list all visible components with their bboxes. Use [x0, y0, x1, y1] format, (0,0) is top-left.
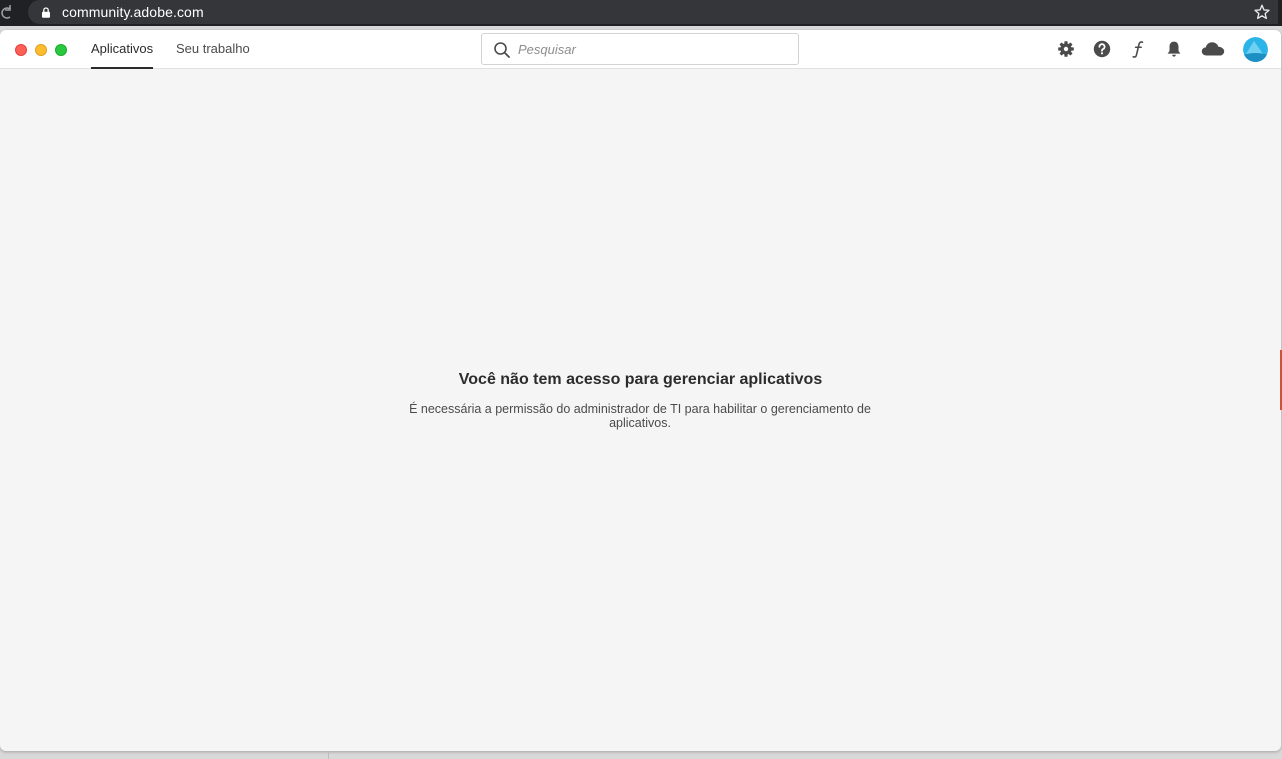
- fonts-icon[interactable]: [1128, 39, 1148, 59]
- bell-icon[interactable]: [1164, 39, 1184, 59]
- avatar[interactable]: [1243, 37, 1268, 62]
- empty-state: Você não tem acesso para gerenciar aplic…: [0, 69, 1281, 751]
- tab-seu-trabalho[interactable]: Seu trabalho: [176, 30, 250, 69]
- window-minimize-button[interactable]: [35, 44, 47, 56]
- window-close-button[interactable]: [15, 44, 27, 56]
- search-icon: [493, 41, 511, 59]
- cloud-icon[interactable]: [1200, 39, 1228, 59]
- url-text[interactable]: community.adobe.com: [62, 3, 204, 21]
- background-divider: [328, 752, 329, 759]
- reload-icon[interactable]: [0, 3, 16, 23]
- lock-icon: [42, 5, 50, 18]
- app-window: Aplicativos Seu trabalho Pesquisar Você …: [0, 30, 1281, 751]
- browser-toolbar: community.adobe.com: [0, 0, 1282, 26]
- window-maximize-button[interactable]: [55, 44, 67, 56]
- app-header: Aplicativos Seu trabalho: [0, 30, 1281, 69]
- search-box[interactable]: [481, 33, 799, 65]
- empty-state-title: Você não tem acesso para gerenciar aplic…: [458, 371, 823, 388]
- help-icon[interactable]: [1092, 39, 1112, 59]
- bookmark-star-icon[interactable]: [1253, 3, 1271, 21]
- gear-icon[interactable]: [1056, 39, 1076, 59]
- empty-state-description: É necessária a permissão do administrado…: [409, 402, 871, 430]
- search-input[interactable]: [518, 39, 788, 59]
- address-bar[interactable]: community.adobe.com: [28, 0, 1278, 24]
- tab-aplicativos[interactable]: Aplicativos: [91, 30, 154, 69]
